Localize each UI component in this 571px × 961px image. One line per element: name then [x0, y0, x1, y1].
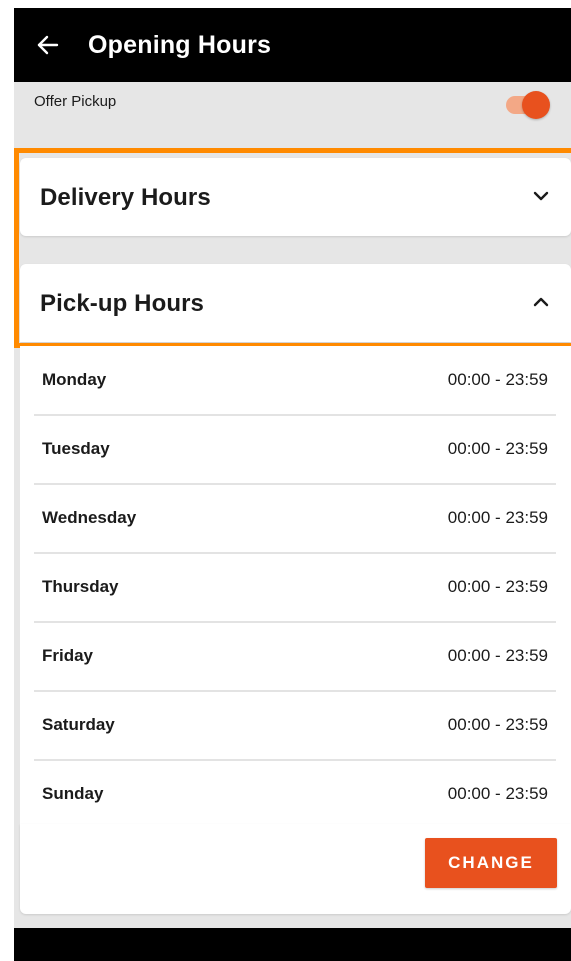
- back-button[interactable]: [20, 8, 76, 82]
- hours-row-sunday[interactable]: Sunday 00:00 - 23:59: [34, 760, 556, 828]
- day-label: Tuesday: [42, 439, 110, 458]
- day-label: Thursday: [42, 577, 119, 596]
- offer-pickup-toggle[interactable]: [504, 90, 552, 120]
- pickup-hours-list: Monday 00:00 - 23:59 Tuesday 00:00 - 23:…: [20, 346, 571, 824]
- hours-row-monday[interactable]: Monday 00:00 - 23:59: [34, 346, 556, 416]
- chevron-down-icon: [533, 191, 549, 201]
- hours-row-saturday[interactable]: Saturday 00:00 - 23:59: [34, 691, 556, 761]
- actions-card: CHANGE: [20, 824, 571, 914]
- time-range: 00:00 - 23:59: [447, 784, 548, 803]
- day-label: Friday: [42, 646, 94, 665]
- hours-row-tuesday[interactable]: Tuesday 00:00 - 23:59: [34, 415, 556, 485]
- page-title: Opening Hours: [88, 30, 272, 59]
- day-label: Saturday: [42, 715, 115, 734]
- delivery-hours-title: Delivery Hours: [40, 184, 211, 211]
- hours-row-wednesday[interactable]: Wednesday 00:00 - 23:59: [34, 484, 556, 554]
- day-label: Monday: [42, 370, 107, 389]
- offer-pickup-label: Offer Pickup: [34, 93, 117, 110]
- arrow-left-icon: [37, 35, 59, 55]
- bottom-navigation-bar: [14, 928, 571, 961]
- pickup-hours-header[interactable]: Pick-up Hours: [20, 264, 571, 342]
- chevron-up-icon: [533, 297, 549, 307]
- content-area: Offer Pickup Delivery Hours Pick-up Hour…: [14, 82, 571, 928]
- hours-row-friday[interactable]: Friday 00:00 - 23:59: [34, 622, 556, 692]
- change-button[interactable]: CHANGE: [425, 838, 557, 888]
- time-range: 00:00 - 23:59: [447, 646, 548, 665]
- day-label: Sunday: [42, 784, 104, 803]
- pickup-hours-title: Pick-up Hours: [40, 290, 204, 317]
- app-bar: Opening Hours: [14, 8, 571, 82]
- time-range: 00:00 - 23:59: [447, 577, 548, 596]
- screen: Opening Hours Offer Pickup Delivery Hour…: [0, 0, 571, 961]
- day-label: Wednesday: [42, 508, 137, 527]
- time-range: 00:00 - 23:59: [447, 439, 548, 458]
- hours-row-thursday[interactable]: Thursday 00:00 - 23:59: [34, 553, 556, 623]
- time-range: 00:00 - 23:59: [447, 715, 548, 734]
- toggle-thumb: [522, 91, 550, 119]
- time-range: 00:00 - 23:59: [447, 370, 548, 389]
- offer-pickup-row: Offer Pickup: [14, 82, 571, 144]
- time-range: 00:00 - 23:59: [447, 508, 548, 527]
- delivery-hours-header[interactable]: Delivery Hours: [20, 158, 571, 236]
